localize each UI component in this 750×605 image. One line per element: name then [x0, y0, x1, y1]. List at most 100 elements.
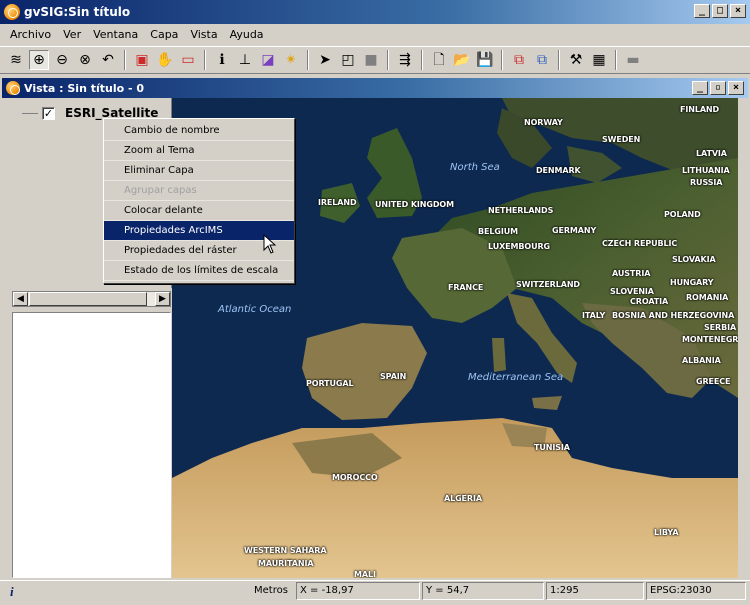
country-label: LUXEMBOURG: [488, 242, 551, 251]
toolbar-separator: [387, 50, 389, 70]
scroll-thumb[interactable]: [29, 292, 147, 306]
measure-area-icon[interactable]: ◪: [258, 50, 278, 70]
country-label: TUNISIA: [534, 443, 570, 452]
menu-item-zoom-to-layer[interactable]: Zoom al Tema: [104, 141, 294, 161]
locate-icon[interactable]: ✴: [281, 50, 301, 70]
country-label: NORWAY: [524, 118, 563, 127]
minimize-button[interactable]: _: [694, 4, 710, 18]
layer-visibility-checkbox[interactable]: ✓: [42, 106, 55, 120]
country-label: GERMANY: [552, 226, 597, 235]
country-label: WESTERN SAHARA: [244, 546, 327, 555]
view-title: Vista : Sin título - 0: [24, 81, 145, 95]
country-label: ALBANIA: [682, 356, 721, 365]
view-title-bar[interactable]: Vista : Sin título - 0 _ ▫ ×: [2, 78, 748, 98]
layers-icon[interactable]: ≋: [6, 50, 26, 70]
open-icon[interactable]: 📂: [452, 50, 472, 70]
country-label: AUSTRIA: [612, 269, 651, 278]
toolbar-separator: [501, 50, 503, 70]
country-label: NETHERLANDS: [488, 206, 554, 215]
maximize-button[interactable]: □: [712, 4, 728, 18]
status-crs: EPSG:23030: [646, 582, 746, 600]
country-label: ITALY: [582, 311, 606, 320]
country-label: LIBYA: [654, 528, 679, 537]
country-label: SLOVAKIA: [672, 255, 716, 264]
zoom-layer-icon[interactable]: ▣: [132, 50, 152, 70]
paste-icon[interactable]: ⧉: [532, 50, 552, 70]
status-y-coord: Y = 54,7: [422, 582, 544, 600]
close-button[interactable]: ×: [730, 4, 746, 18]
mouse-pointer-icon: [263, 234, 277, 254]
app-title-bar[interactable]: gvSIG:Sin título _ □ ×: [0, 0, 750, 24]
country-label: POLAND: [664, 210, 701, 219]
toolbar: ≋ ⊕ ⊖ ⊗ ↶ ▣ ✋ ▭ ℹ ⊥ ◪ ✴ ➤ ◰ ■ ⇶ 🗋 📂 💾 ⧉ ⧉ ⚒ ▦ ▬: [0, 46, 750, 74]
sea-label-mediterranean: Mediterranean Sea: [468, 372, 564, 383]
zoom-in-icon[interactable]: ⊕: [29, 50, 49, 70]
menu-ver[interactable]: Ver: [57, 28, 87, 41]
sea-label-north-sea: North Sea: [450, 162, 500, 173]
app-title: gvSIG:Sin título: [24, 5, 131, 19]
view-restore-button[interactable]: ▫: [710, 81, 726, 95]
view-minimize-button[interactable]: _: [692, 81, 708, 95]
locator-map[interactable]: [12, 312, 171, 578]
country-label: SWITZERLAND: [516, 280, 580, 289]
toolbar-separator: [307, 50, 309, 70]
layer-context-menu: Cambio de nombre Zoom al Tema Eliminar C…: [103, 118, 295, 284]
zoom-back-icon[interactable]: ↶: [98, 50, 118, 70]
extra-icon[interactable]: ▬: [623, 50, 643, 70]
menu-vista[interactable]: Vista: [184, 28, 223, 41]
country-label: LATVIA: [696, 149, 727, 158]
info-icon[interactable]: ℹ: [212, 50, 232, 70]
country-label: HUNGARY: [670, 278, 714, 287]
toolbar-separator: [615, 50, 617, 70]
country-label: CZECH REPUBLIC: [602, 239, 678, 248]
country-label: MOROCCO: [332, 473, 378, 482]
country-label: GREECE: [696, 377, 731, 386]
country-label: SERBIA: [704, 323, 737, 332]
zoom-out-icon[interactable]: ⊖: [52, 50, 72, 70]
menu-item-scale-limits[interactable]: Estado de los límites de escala: [104, 261, 294, 281]
country-label: BELGIUM: [478, 227, 518, 236]
menu-ayuda[interactable]: Ayuda: [224, 28, 270, 41]
menu-item-delete-layer[interactable]: Eliminar Capa: [104, 161, 294, 181]
country-label: RUSSIA: [690, 178, 723, 187]
gvsig-logo-icon: [4, 4, 20, 20]
copy-icon[interactable]: ⧉: [509, 50, 529, 70]
info-icon: i: [10, 583, 14, 599]
menu-archivo[interactable]: Archivo: [4, 28, 57, 41]
menubar: Archivo Ver Ventana Capa Vista Ayuda: [0, 24, 750, 44]
country-label: CROATIA: [630, 297, 669, 306]
status-units: Metros: [254, 585, 288, 596]
pan-icon[interactable]: ✋: [155, 50, 175, 70]
country-label: SLOVENIA: [610, 287, 654, 296]
toolbar-separator: [421, 50, 423, 70]
menu-item-group-layers[interactable]: Agrupar capas: [104, 181, 294, 201]
menu-item-bring-to-front[interactable]: Colocar delante: [104, 201, 294, 221]
toolbar-separator: [204, 50, 206, 70]
select-pointer-icon[interactable]: ➤: [315, 50, 335, 70]
measure-distance-icon[interactable]: ⊥: [235, 50, 255, 70]
save-icon[interactable]: 💾: [475, 50, 495, 70]
menu-ventana[interactable]: Ventana: [87, 28, 144, 41]
toc-horizontal-scrollbar[interactable]: ◀ ▶: [12, 291, 171, 307]
country-label: MAURITANIA: [258, 559, 314, 568]
view-close-button[interactable]: ×: [728, 81, 744, 95]
scroll-left-icon[interactable]: ◀: [13, 292, 28, 306]
select-rect-icon[interactable]: ▭: [178, 50, 198, 70]
new-icon[interactable]: 🗋: [429, 50, 449, 70]
country-label: PORTUGAL: [306, 379, 354, 388]
gvsig-view-icon: [6, 81, 20, 95]
status-scale: 1:295: [546, 582, 644, 600]
select-square-icon[interactable]: ■: [361, 50, 381, 70]
country-label: ROMANIA: [686, 293, 729, 302]
toolbar-separator: [558, 50, 560, 70]
scroll-right-icon[interactable]: ▶: [155, 292, 170, 306]
expand-icon[interactable]: ⇶: [395, 50, 415, 70]
tools-icon[interactable]: ⚒: [566, 50, 586, 70]
zoom-full-icon[interactable]: ⊗: [75, 50, 95, 70]
menu-item-rename[interactable]: Cambio de nombre: [104, 121, 294, 141]
status-x-coord: X = -18,97: [296, 582, 420, 600]
select-point-icon[interactable]: ◰: [338, 50, 358, 70]
toolbar-separator: [124, 50, 126, 70]
table-icon[interactable]: ▦: [589, 50, 609, 70]
menu-capa[interactable]: Capa: [144, 28, 184, 41]
